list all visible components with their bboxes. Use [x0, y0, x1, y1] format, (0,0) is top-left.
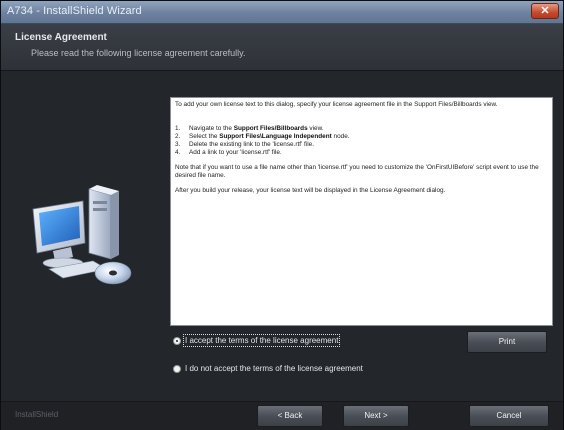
next-button[interactable]: Next >	[343, 405, 409, 427]
dialog-title: License Agreement	[15, 32, 107, 43]
license-step: 4. Add a link to your 'license.rtf' file.	[175, 149, 282, 157]
step-number: 1.	[175, 125, 181, 132]
step-text: Add a link to your 'license.rtf' file.	[189, 149, 282, 156]
license-note: Note that if you want to use a file name…	[175, 164, 539, 179]
installshield-brand: InstallShield	[15, 410, 59, 419]
step-text: Navigate to the	[189, 125, 234, 132]
step-number: 4.	[175, 149, 181, 156]
accept-label[interactable]: I accept the terms of the license agreem…	[182, 334, 341, 347]
license-step: 2. Select the Support Files\Language Inde…	[175, 133, 350, 141]
close-button[interactable]: ✕	[531, 3, 559, 19]
installer-window: A734 - InstallShield Wizard ✕ License Ag…	[0, 0, 564, 430]
close-icon: ✕	[540, 5, 550, 17]
license-step: 3. Delete the existing link to the 'licen…	[175, 141, 314, 149]
step-bold: Support Files/Billboards	[233, 125, 308, 132]
cancel-button[interactable]: Cancel	[469, 405, 549, 427]
license-text-area[interactable]: To add your own license text to this dia…	[170, 97, 553, 326]
title-bar[interactable]: A734 - InstallShield Wizard ✕	[1, 1, 563, 24]
computer-with-cd-icon	[32, 185, 132, 285]
accept-radio[interactable]	[173, 337, 181, 345]
step-text: node.	[331, 133, 350, 140]
print-button[interactable]: Print	[467, 331, 547, 353]
license-after-build: After you build your release, your licen…	[175, 187, 446, 194]
dialog-body: To add your own license text to this dia…	[1, 71, 563, 401]
back-button[interactable]: < Back	[257, 405, 323, 427]
decline-label[interactable]: I do not accept the terms of the license…	[185, 364, 363, 373]
decline-radio[interactable]	[173, 365, 181, 373]
license-step: 1. Navigate to the Support Files/Billboar…	[175, 125, 324, 133]
window-title: A734 - InstallShield Wizard	[7, 5, 142, 17]
license-intro: To add your own license text to this dia…	[175, 101, 498, 108]
dialog-header: License Agreement Please read the follow…	[1, 24, 563, 71]
step-text: Select the	[189, 133, 220, 140]
step-number: 3.	[175, 141, 181, 148]
step-text: Delete the existing link to the 'license…	[189, 141, 314, 148]
step-bold: Support Files\Language Independent	[219, 133, 332, 140]
step-number: 2.	[175, 133, 181, 140]
dialog-subtitle: Please read the following license agreem…	[31, 48, 246, 58]
step-text: view.	[307, 125, 324, 132]
